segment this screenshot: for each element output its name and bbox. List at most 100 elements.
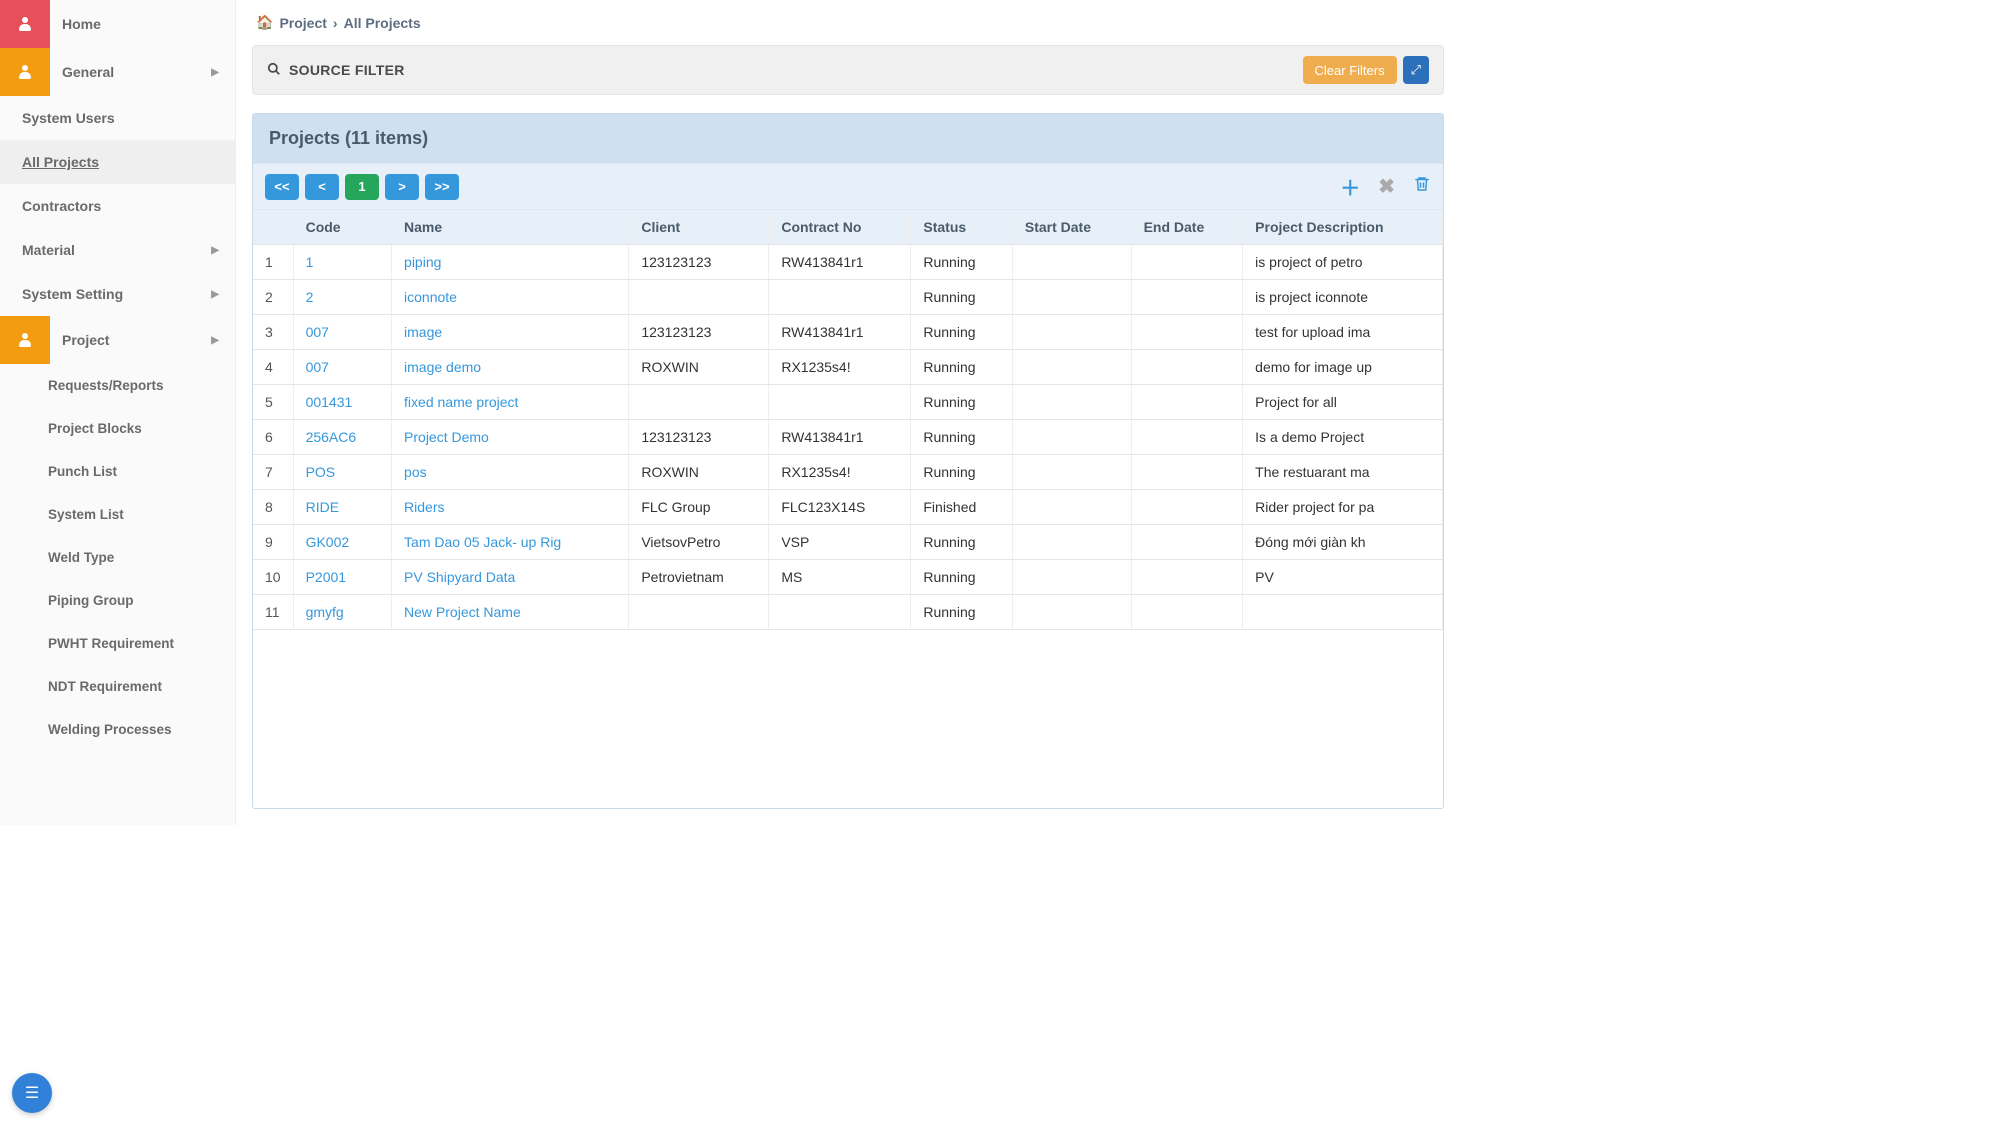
code-link[interactable]: POS <box>306 464 336 480</box>
table-row[interactable]: 22iconnoteRunningis project iconnote <box>253 280 1443 315</box>
projects-panel: Projects (11 items) << < 1 > >> ＋ ✖ Code <box>252 113 1444 809</box>
cell-rownum: 6 <box>253 420 293 455</box>
sidebar-label: Project <box>62 332 109 348</box>
col-desc[interactable]: Project Description <box>1243 210 1443 245</box>
name-link[interactable]: piping <box>404 254 441 270</box>
code-link[interactable]: gmyfg <box>306 604 344 620</box>
sidebar-item-piping-group[interactable]: Piping Group <box>0 579 235 622</box>
sidebar-item-system-users[interactable]: System Users <box>0 96 235 140</box>
name-link[interactable]: PV Shipyard Data <box>404 569 515 585</box>
col-end[interactable]: End Date <box>1131 210 1243 245</box>
cell-end <box>1131 245 1243 280</box>
table-row[interactable]: 11piping123123123RW413841r1Runningis pro… <box>253 245 1443 280</box>
name-link[interactable]: fixed name project <box>404 394 518 410</box>
cell-desc: is project iconnote <box>1243 280 1443 315</box>
projects-table: Code Name Client Contract No Status Star… <box>253 210 1443 630</box>
floating-menu-button[interactable]: ☰ <box>12 1073 52 1113</box>
pager-page-1[interactable]: 1 <box>345 174 379 200</box>
cell-client <box>629 385 769 420</box>
sidebar-item-ndt[interactable]: NDT Requirement <box>0 665 235 708</box>
name-link[interactable]: image <box>404 324 442 340</box>
sidebar-item-weld-type[interactable]: Weld Type <box>0 536 235 579</box>
cell-status: Running <box>911 280 1012 315</box>
cell-end <box>1131 420 1243 455</box>
pager-prev[interactable]: < <box>305 174 339 200</box>
breadcrumb-parent[interactable]: Project <box>279 15 326 31</box>
table-row[interactable]: 9GK002Tam Dao 05 Jack- up RigVietsovPetr… <box>253 525 1443 560</box>
sidebar-item-all-projects[interactable]: All Projects <box>0 140 235 184</box>
cell-end <box>1131 455 1243 490</box>
cell-end <box>1131 385 1243 420</box>
sidebar-item-home[interactable]: Home <box>0 0 235 48</box>
chevron-right-icon: ▶ <box>211 245 219 256</box>
pager-first[interactable]: << <box>265 174 299 200</box>
table-row[interactable]: 7POSposROXWINRX1235s4!RunningThe restuar… <box>253 455 1443 490</box>
trash-icon[interactable] <box>1413 174 1431 200</box>
sidebar-item-general[interactable]: General ▶ <box>0 48 235 96</box>
name-link[interactable]: Tam Dao 05 Jack- up Rig <box>404 534 561 550</box>
cell-contract <box>769 280 911 315</box>
table-scroll[interactable]: Code Name Client Contract No Status Star… <box>253 210 1443 808</box>
code-link[interactable]: 2 <box>306 289 314 305</box>
sidebar-item-punch-list[interactable]: Punch List <box>0 450 235 493</box>
pager-last[interactable]: >> <box>425 174 459 200</box>
cell-contract: RX1235s4! <box>769 455 911 490</box>
clear-filters-button[interactable]: Clear Filters <box>1303 56 1397 84</box>
code-link[interactable]: GK002 <box>306 534 350 550</box>
col-contract[interactable]: Contract No <box>769 210 911 245</box>
col-name[interactable]: Name <box>392 210 629 245</box>
table-row[interactable]: 11gmyfgNew Project NameRunning <box>253 595 1443 630</box>
table-row[interactable]: 6256AC6Project Demo123123123RW413841r1Ru… <box>253 420 1443 455</box>
cell-end <box>1131 350 1243 385</box>
close-icon[interactable]: ✖ <box>1378 174 1395 199</box>
sidebar-item-system-list[interactable]: System List <box>0 493 235 536</box>
table-row[interactable]: 4007image demoROXWINRX1235s4!Runningdemo… <box>253 350 1443 385</box>
name-link[interactable]: image demo <box>404 359 481 375</box>
sidebar-item-project[interactable]: Project ▶ <box>0 316 235 364</box>
cell-name: Project Demo <box>392 420 629 455</box>
cell-name: PV Shipyard Data <box>392 560 629 595</box>
code-link[interactable]: 001431 <box>306 394 353 410</box>
col-start[interactable]: Start Date <box>1012 210 1131 245</box>
cell-rownum: 8 <box>253 490 293 525</box>
cell-end <box>1131 560 1243 595</box>
table-row[interactable]: 8RIDERidersFLC GroupFLC123X14SFinishedRi… <box>253 490 1443 525</box>
name-link[interactable]: Riders <box>404 499 444 515</box>
cell-end <box>1131 595 1243 630</box>
table-row[interactable]: 3007image123123123RW413841r1Runningtest … <box>253 315 1443 350</box>
sidebar-item-material[interactable]: Material ▶ <box>0 228 235 272</box>
sidebar-item-welding-processes[interactable]: Welding Processes <box>0 708 235 751</box>
sidebar: Home General ▶ System Users All Projects… <box>0 0 236 825</box>
col-code[interactable]: Code <box>293 210 391 245</box>
code-link[interactable]: RIDE <box>306 499 339 515</box>
cell-status: Running <box>911 245 1012 280</box>
cell-status: Running <box>911 315 1012 350</box>
col-status[interactable]: Status <box>911 210 1012 245</box>
code-link[interactable]: 256AC6 <box>306 429 357 445</box>
name-link[interactable]: New Project Name <box>404 604 521 620</box>
cell-name: pos <box>392 455 629 490</box>
name-link[interactable]: Project Demo <box>404 429 489 445</box>
pager-next[interactable]: > <box>385 174 419 200</box>
cell-desc: The restuarant ma <box>1243 455 1443 490</box>
hamburger-icon: ☰ <box>25 1083 39 1103</box>
add-icon[interactable]: ＋ <box>1340 172 1360 201</box>
code-link[interactable]: P2001 <box>306 569 346 585</box>
table-row[interactable]: 10P2001PV Shipyard DataPetrovietnamMSRun… <box>253 560 1443 595</box>
name-link[interactable]: pos <box>404 464 427 480</box>
code-link[interactable]: 007 <box>306 324 329 340</box>
sidebar-item-requests-reports[interactable]: Requests/Reports <box>0 364 235 407</box>
sidebar-item-contractors[interactable]: Contractors <box>0 184 235 228</box>
code-link[interactable]: 007 <box>306 359 329 375</box>
sidebar-item-pwht[interactable]: PWHT Requirement <box>0 622 235 665</box>
expand-button[interactable]: ⤢ <box>1403 56 1429 84</box>
table-row[interactable]: 5001431fixed name projectRunningProject … <box>253 385 1443 420</box>
sidebar-item-system-setting[interactable]: System Setting ▶ <box>0 272 235 316</box>
name-link[interactable]: iconnote <box>404 289 457 305</box>
code-link[interactable]: 1 <box>306 254 314 270</box>
col-client[interactable]: Client <box>629 210 769 245</box>
cell-start <box>1012 350 1131 385</box>
cell-rownum: 10 <box>253 560 293 595</box>
sidebar-item-project-blocks[interactable]: Project Blocks <box>0 407 235 450</box>
cell-start <box>1012 595 1131 630</box>
